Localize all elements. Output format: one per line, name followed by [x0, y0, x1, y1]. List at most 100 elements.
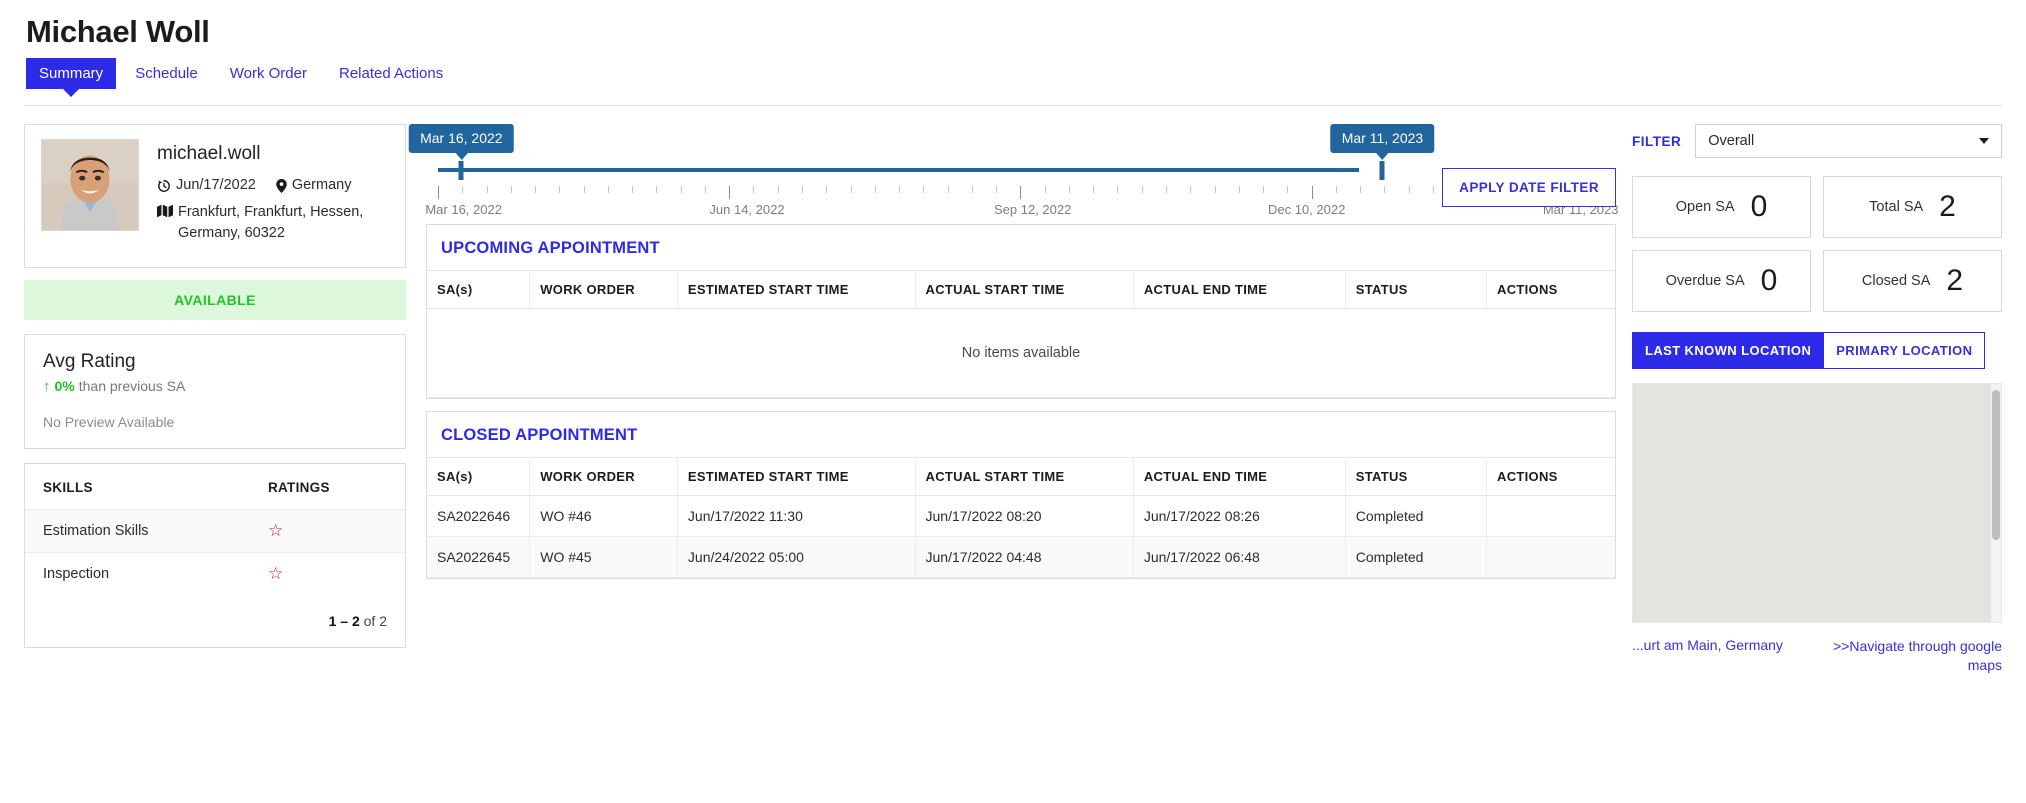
empty-state-row: No items available — [427, 308, 1615, 398]
stat-label: Total SA — [1869, 199, 1924, 215]
col-status: STATUS — [1345, 457, 1488, 496]
tab-related-actions[interactable]: Related Actions — [326, 58, 456, 89]
right-sidebar: FILTER Overall Open SA 0 Total SA 2 Over… — [1632, 124, 2002, 675]
stat-card-open-sa[interactable]: Open SA 0 — [1632, 176, 1811, 238]
avg-rating-card: Avg Rating ↑ 0% than previous SA No Prev… — [24, 334, 406, 450]
avatar — [41, 139, 139, 231]
joined-date-item: Jun/17/2022 — [157, 177, 256, 193]
apply-date-filter-button[interactable]: APPLY DATE FILTER — [1442, 168, 1616, 207]
joined-date-text: Jun/17/2022 — [176, 177, 256, 193]
table-header-row: SA(s) WORK ORDER ESTIMATED START TIME AC… — [427, 270, 1615, 309]
map-canvas[interactable] — [1633, 384, 1991, 622]
skills-pagination: 1 – 2 of 2 — [25, 595, 405, 639]
stat-card-total-sa[interactable]: Total SA 2 — [1823, 176, 2002, 238]
skill-name: Estimation Skills — [25, 509, 268, 553]
col-estimated-start: ESTIMATED START TIME — [677, 457, 916, 496]
cell-actual-end: Jun/17/2022 08:26 — [1133, 495, 1346, 537]
stat-value: 0 — [1750, 190, 1768, 223]
profile-info: michael.woll Jun/17/2022 Germany Frankfu… — [157, 139, 389, 253]
profile-meta-row-2: Frankfurt, Frankfurt, Hessen, Germany, 6… — [157, 202, 389, 244]
col-actions: ACTIONS — [1486, 457, 1615, 496]
history-icon — [157, 179, 171, 193]
main-layout: michael.woll Jun/17/2022 Germany Frankfu… — [24, 106, 2002, 675]
profile-username: michael.woll — [157, 143, 261, 164]
map-scrollbar[interactable] — [1991, 384, 2001, 622]
middle-column: Mar 16, 2022 Mar 11, 2023 Mar 16, 2022 J… — [406, 124, 1632, 675]
address-text: Frankfurt, Frankfurt, Hessen, Germany, 6… — [178, 204, 364, 242]
tab-schedule[interactable]: Schedule — [122, 58, 211, 89]
axis-label: Dec 10, 2022 — [1267, 202, 1346, 217]
map-panel[interactable] — [1632, 383, 2002, 623]
table-row[interactable]: SA2022646 WO #46 Jun/17/2022 11:30 Jun/1… — [427, 495, 1615, 537]
date-range-slider[interactable]: Mar 16, 2022 Mar 11, 2023 — [409, 124, 1604, 199]
avg-rating-delta: 0% — [54, 378, 75, 395]
table-row[interactable]: Inspection ☆ — [25, 552, 405, 596]
tab-bar: Summary Schedule Work Order Related Acti… — [24, 58, 2002, 89]
primary-location-button[interactable]: PRIMARY LOCATION — [1824, 332, 1986, 369]
star-outline-icon: ☆ — [267, 521, 284, 541]
closed-appointment-table: SA(s) WORK ORDER ESTIMATED START TIME AC… — [427, 457, 1615, 578]
stat-value: 2 — [1946, 264, 1964, 297]
filter-label: FILTER — [1632, 133, 1682, 149]
table-header-row: SA(s) WORK ORDER ESTIMATED START TIME AC… — [427, 457, 1615, 496]
filter-selected-value: Overall — [1708, 133, 1755, 149]
table-row[interactable]: SA2022645 WO #45 Jun/24/2022 05:00 Jun/1… — [427, 536, 1615, 578]
filter-row: FILTER Overall — [1632, 124, 2002, 158]
col-work-order: WORK ORDER — [529, 457, 678, 496]
tab-work-order[interactable]: Work Order — [217, 58, 320, 89]
map-links: ...urt am Main, Germany >>Navigate throu… — [1632, 637, 2002, 675]
cell-work-order: WO #45 — [529, 536, 678, 578]
map-scrollbar-thumb[interactable] — [1992, 390, 2000, 540]
stat-card-overdue-sa[interactable]: Overdue SA 0 — [1632, 250, 1811, 312]
skills-header-row: SKILLS RATINGS — [25, 464, 405, 510]
col-actions: ACTIONS — [1486, 270, 1615, 309]
profile-card: michael.woll Jun/17/2022 Germany Frankfu… — [24, 124, 406, 269]
slider-right-bubble: Mar 11, 2023 — [1330, 124, 1435, 153]
cell-actions — [1486, 536, 1615, 578]
stat-value: 0 — [1760, 264, 1778, 297]
skills-card: SKILLS RATINGS Estimation Skills ☆ Inspe… — [24, 463, 406, 649]
country-item: Germany — [276, 177, 351, 193]
avg-rating-delta-suffix: than previous SA — [78, 378, 186, 395]
skill-rating: ☆ — [267, 552, 405, 596]
col-sa: SA(s) — [427, 270, 531, 309]
slider-axis-labels: Mar 16, 2022 Jun 14, 2022 Sep 12, 2022 D… — [425, 202, 1618, 222]
last-known-location-button[interactable]: LAST KNOWN LOCATION — [1632, 332, 1825, 369]
address-item: Frankfurt, Frankfurt, Hessen, Germany, 6… — [157, 202, 389, 244]
slider-track[interactable] — [438, 168, 1360, 172]
filter-select[interactable]: Overall — [1695, 124, 2002, 158]
map-address-link[interactable]: ...urt am Main, Germany — [1632, 637, 1783, 675]
col-estimated-start: ESTIMATED START TIME — [677, 270, 916, 309]
stat-label: Open SA — [1675, 199, 1735, 215]
rating-preview-text: No Preview Available — [43, 414, 175, 431]
upcoming-appointment-panel: UPCOMING APPOINTMENT SA(s) WORK ORDER ES… — [426, 224, 1616, 399]
cell-actual-start: Jun/17/2022 08:20 — [915, 495, 1134, 537]
cell-estimated-start: Jun/24/2022 05:00 — [677, 536, 916, 578]
cell-work-order: WO #46 — [529, 495, 678, 537]
date-range-filter: Mar 16, 2022 Mar 11, 2023 Mar 16, 2022 J… — [409, 124, 1618, 217]
pagination-range: 1 – 2 — [328, 613, 360, 630]
navigate-google-maps-link[interactable]: >>Navigate through google maps — [1812, 637, 2002, 675]
cell-estimated-start: Jun/17/2022 11:30 — [677, 495, 916, 537]
cell-status: Completed — [1345, 495, 1488, 537]
skills-table: SKILLS RATINGS Estimation Skills ☆ Inspe… — [25, 464, 405, 596]
col-sa: SA(s) — [427, 457, 531, 496]
stat-label: Closed SA — [1861, 273, 1931, 289]
col-status: STATUS — [1345, 270, 1488, 309]
skill-rating: ☆ — [267, 509, 405, 553]
tab-summary[interactable]: Summary — [26, 58, 117, 89]
person-summary-page: Michael Woll Summary Schedule Work Order… — [0, 0, 2026, 803]
axis-label: Jun 14, 2022 — [709, 202, 785, 217]
location-toggle-group: LAST KNOWN LOCATION PRIMARY LOCATION — [1632, 332, 2002, 369]
slider-handle-start[interactable] — [458, 161, 464, 180]
slider-handle-end[interactable] — [1379, 161, 1385, 180]
skill-name: Inspection — [25, 552, 268, 596]
cell-status: Completed — [1345, 536, 1488, 578]
stat-label: Overdue SA — [1665, 273, 1745, 289]
closed-appointment-panel: CLOSED APPOINTMENT SA(s) WORK ORDER ESTI… — [426, 411, 1616, 579]
col-actual-start: ACTUAL START TIME — [915, 270, 1134, 309]
stat-card-closed-sa[interactable]: Closed SA 2 — [1823, 250, 2002, 312]
avg-rating-delta-row: ↑ 0% than previous SA — [43, 378, 387, 394]
closed-appointment-title: CLOSED APPOINTMENT — [441, 426, 638, 444]
table-row[interactable]: Estimation Skills ☆ — [25, 509, 405, 553]
